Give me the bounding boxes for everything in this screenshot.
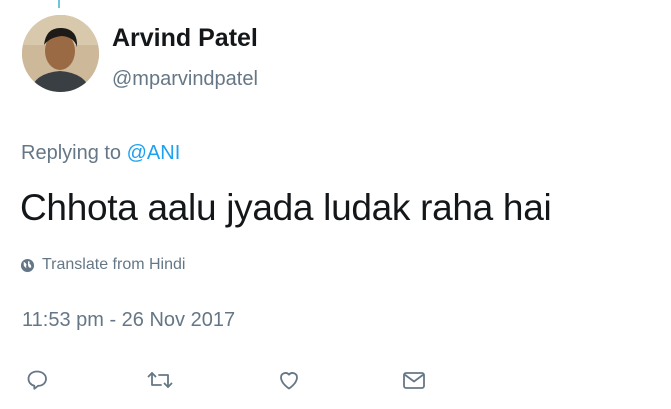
- replying-to-line: Replying to @ANI: [21, 142, 180, 165]
- reply-button[interactable]: [19, 362, 55, 398]
- translate-label: Translate from Hindi: [42, 256, 186, 273]
- direct-message-button[interactable]: [396, 362, 432, 398]
- retweet-button[interactable]: [142, 362, 178, 398]
- like-button[interactable]: [271, 362, 307, 398]
- tweet-timestamp[interactable]: 11:53 pm - 26 Nov 2017: [22, 309, 235, 332]
- direct-message-icon: [403, 372, 425, 389]
- user-avatar-photo-icon: [22, 15, 99, 92]
- retweet-icon: [147, 372, 173, 388]
- globe-icon: [20, 258, 35, 272]
- thread-connector-line: [58, 0, 60, 8]
- author-name[interactable]: Arvind Patel: [112, 24, 258, 53]
- reply-icon: [27, 370, 47, 390]
- tweet-actions-bar: [0, 362, 671, 398]
- avatar[interactable]: [22, 15, 99, 92]
- tweet-text: Chhota aalu jyada ludak raha hai: [20, 187, 552, 228]
- like-heart-icon: [280, 372, 298, 390]
- translate-button[interactable]: Translate from Hindi: [20, 256, 185, 274]
- reply-mention-link[interactable]: @ANI: [127, 142, 181, 164]
- replying-to-label: Replying to: [21, 142, 122, 164]
- author-handle[interactable]: @mparvindpatel: [112, 68, 258, 91]
